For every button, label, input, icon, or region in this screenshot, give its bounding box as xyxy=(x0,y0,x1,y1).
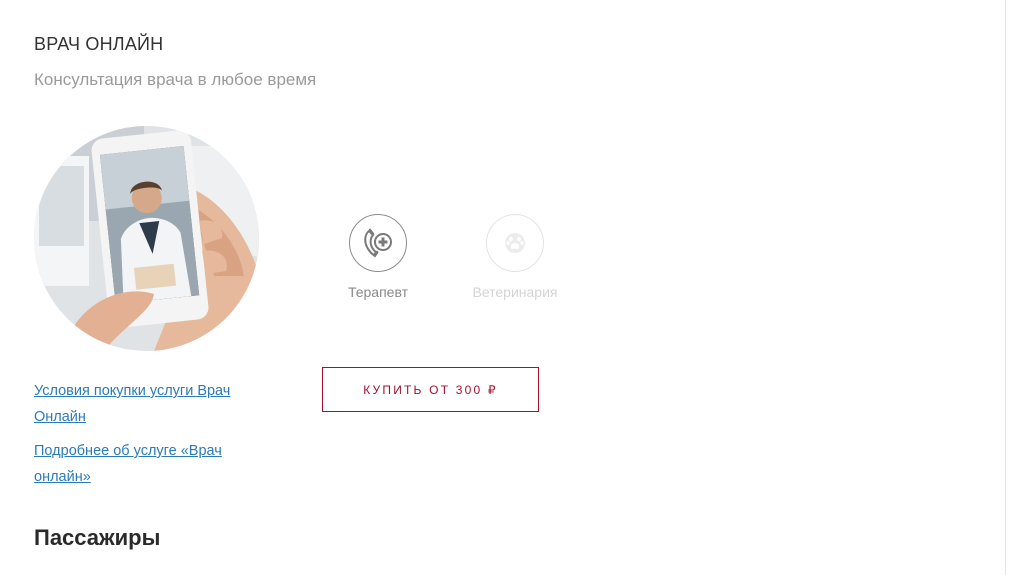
consultation-type-therapist[interactable]: Терапевт xyxy=(318,214,438,300)
doctor-video-call-photo xyxy=(34,126,259,351)
page: ВРАЧ ОНЛАЙН Консультация врача в любое в… xyxy=(0,0,1017,575)
consultation-type-vet[interactable]: Ветеринария xyxy=(455,214,575,300)
service-details-link[interactable]: Подробнее об услуге «Врач онлайн» xyxy=(34,438,254,490)
consultation-type-label: Терапевт xyxy=(347,284,409,300)
buy-button[interactable]: КУПИТЬ ОТ 300 ₽ xyxy=(322,367,539,412)
paw-icon xyxy=(486,214,544,272)
purchase-terms-link[interactable]: Условия покупки услуги Врач Онлайн xyxy=(34,378,254,430)
passengers-section-title: Пассажиры xyxy=(34,525,161,550)
consultation-type-label: Ветеринария xyxy=(472,284,558,300)
section-subtitle: Консультация врача в любое время xyxy=(34,70,317,89)
section-title: ВРАЧ ОНЛАЙН xyxy=(34,34,164,54)
content-divider xyxy=(1005,0,1006,575)
service-links: Условия покупки услуги Врач Онлайн Подро… xyxy=(34,378,254,498)
phone-medical-cross-icon xyxy=(349,214,407,272)
